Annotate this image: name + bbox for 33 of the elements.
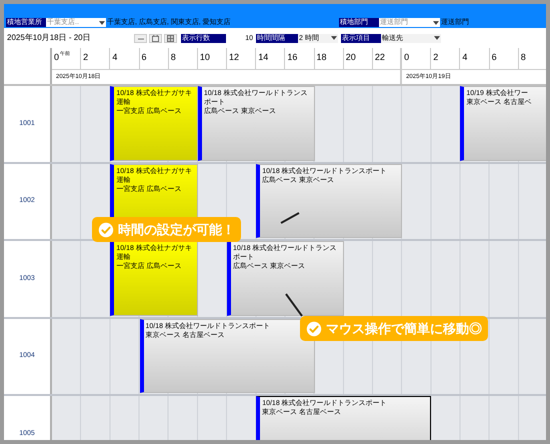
caret-icon <box>99 20 105 24</box>
callout-text: マウス操作で簡単に移動◎ <box>326 320 482 338</box>
hour-label: 2 <box>83 51 88 64</box>
hour-label: 4 <box>462 51 468 64</box>
check-icon <box>98 222 114 238</box>
check-icon <box>306 320 322 336</box>
hour-label: 0 <box>404 51 410 64</box>
hour-label: 6 <box>142 51 147 64</box>
grid-button[interactable] <box>164 34 177 42</box>
hour-label: 20 <box>346 51 356 64</box>
grid-icon <box>167 34 174 42</box>
calendar-icon <box>152 34 159 42</box>
hour-label: 18 <box>316 51 327 64</box>
hour-label: 10 <box>200 51 210 64</box>
hour-label: 0 <box>54 51 60 64</box>
leader-line <box>285 293 303 317</box>
hour-label: 2 <box>433 51 438 64</box>
caret-icon <box>331 36 337 40</box>
leader-line <box>280 212 300 224</box>
hour-label: 22 <box>374 51 385 64</box>
minus-icon <box>138 36 144 40</box>
hour-label: 6 <box>492 51 497 64</box>
zoom-out-button[interactable] <box>134 34 147 42</box>
hour-label: 12 <box>229 51 240 64</box>
hour-label: 14 <box>258 51 268 64</box>
calendar-button[interactable] <box>149 34 162 42</box>
caret-icon <box>434 36 440 40</box>
caret-icon <box>433 20 439 24</box>
hour-label: 16 <box>287 51 298 64</box>
hour-label: 8 <box>520 51 526 64</box>
date-range: 2025年10月18日 - 20日 <box>7 32 92 44</box>
hour-label: 4 <box>112 51 118 64</box>
hour-label: 8 <box>170 51 176 64</box>
